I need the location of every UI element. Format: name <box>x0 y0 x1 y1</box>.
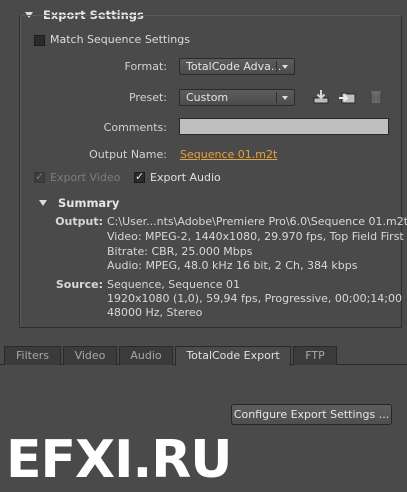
divider <box>276 61 277 72</box>
chevron-down-icon <box>282 65 288 69</box>
format-label: Format: <box>124 60 167 73</box>
save-preset-icon[interactable] <box>312 89 330 105</box>
export-audio-label: Export Audio <box>150 171 221 184</box>
tab-totalcode-export[interactable]: TotalCode Export <box>175 346 291 366</box>
preset-dropdown[interactable]: Custom <box>179 89 295 106</box>
comments-input[interactable] <box>179 118 389 135</box>
export-video-label: Export Video <box>50 171 121 184</box>
format-dropdown[interactable]: TotalCode Adva... <box>179 58 295 75</box>
format-value: TotalCode Adva... <box>186 60 282 73</box>
export-video-checkbox[interactable] <box>34 170 45 183</box>
summary-source-line: Sequence, Sequence 01 <box>107 278 241 291</box>
delete-preset-icon[interactable] <box>368 89 386 105</box>
summary-output-line: Video: MPEG-2, 1440x1080, 29.970 fps, To… <box>107 230 404 243</box>
summary-output-line: Bitrate: CBR, 25.000 Mbps <box>107 245 253 258</box>
summary-source-line: 48000 Hz, Stereo <box>107 306 203 319</box>
tab-ftp[interactable]: FTP <box>293 346 337 365</box>
output-name-link[interactable]: Sequence 01.m2t <box>180 148 277 161</box>
summary-output-line: Audio: MPEG, 48.0 kHz 16 bit, 2 Ch, 384 … <box>107 259 358 272</box>
configure-export-settings-button[interactable]: Configure Export Settings ... <box>231 404 392 425</box>
preset-value: Custom <box>186 91 229 104</box>
match-sequence-label: Match Sequence Settings <box>50 33 190 46</box>
preset-label: Preset: <box>128 91 167 104</box>
divider <box>276 92 277 103</box>
match-sequence-checkbox[interactable] <box>34 35 45 46</box>
summary-source-key: Source: <box>55 278 103 291</box>
summary-output-line: C:\User...nts\Adobe\Premiere Pro\6.0\Seq… <box>107 215 407 228</box>
watermark-logo: EFXI.RU <box>6 430 233 490</box>
tab-filters[interactable]: Filters <box>4 346 61 365</box>
summary-title: Summary <box>58 196 120 210</box>
summary-output-key: Output: <box>55 215 103 228</box>
output-name-label: Output Name: <box>89 148 167 161</box>
comments-label: Comments: <box>103 121 167 134</box>
export-audio-checkbox[interactable] <box>134 170 145 183</box>
chevron-down-icon <box>282 96 288 100</box>
collapse-triangle-icon[interactable] <box>39 200 47 206</box>
summary-source-line: 1920x1080 (1,0), 59,94 fps, Progressive,… <box>107 292 403 305</box>
tab-audio[interactable]: Audio <box>119 346 173 365</box>
tab-video[interactable]: Video <box>63 346 117 365</box>
import-preset-icon[interactable] <box>338 89 356 105</box>
